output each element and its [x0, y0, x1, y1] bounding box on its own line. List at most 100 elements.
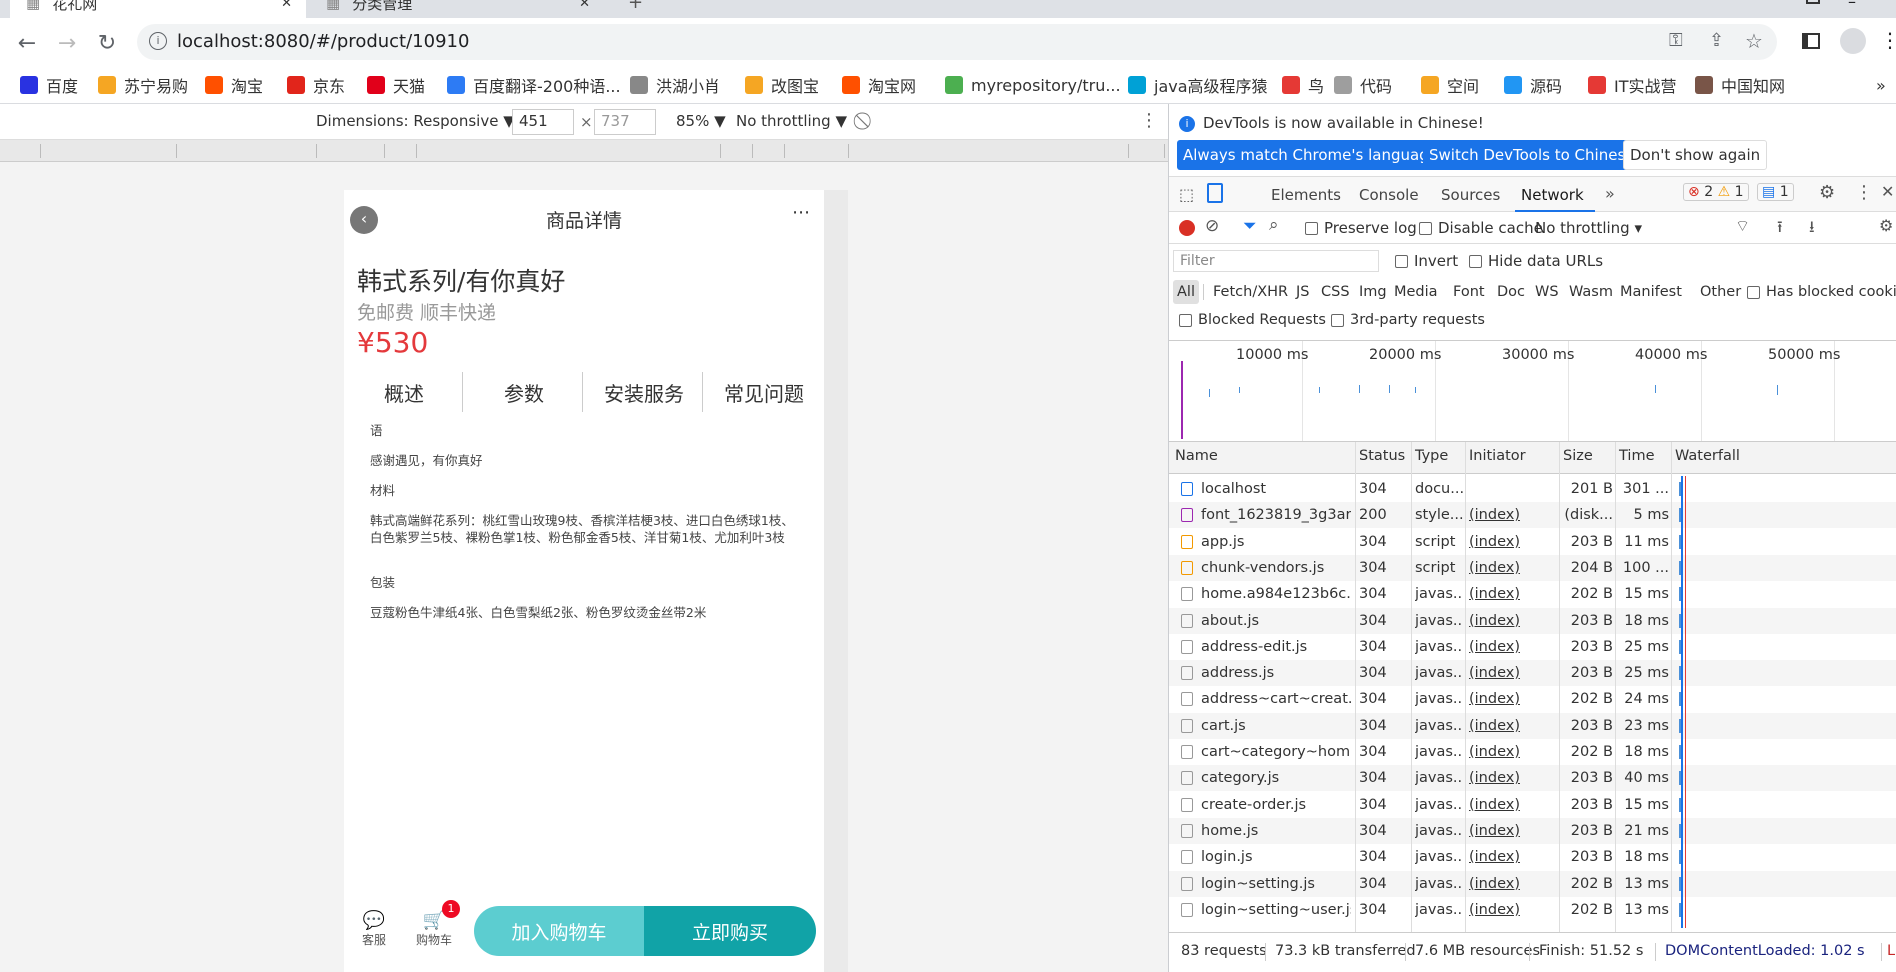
cell-initiator[interactable]: (index): [1469, 902, 1557, 918]
col-status[interactable]: Status: [1359, 448, 1405, 464]
device-toggle-icon[interactable]: [1207, 183, 1223, 203]
add-to-cart-button[interactable]: 加入购物车: [474, 906, 644, 956]
cell-initiator[interactable]: (index): [1469, 823, 1557, 839]
col-time[interactable]: Time: [1619, 448, 1655, 464]
filter-font[interactable]: Font: [1453, 284, 1485, 300]
close-tab-icon[interactable]: ✕: [281, 0, 292, 11]
cell-initiator[interactable]: (index): [1469, 849, 1557, 865]
cell-initiator[interactable]: (index): [1469, 639, 1557, 655]
filter-css[interactable]: CSS: [1321, 284, 1350, 300]
filter-img[interactable]: Img: [1359, 284, 1387, 300]
share-icon[interactable]: ⇪: [1709, 30, 1724, 51]
buy-now-button[interactable]: 立即购买: [644, 906, 816, 956]
preserve-log-checkbox[interactable]: Preserve log: [1305, 219, 1417, 237]
bookmark-item[interactable]: 鸟: [1282, 74, 1324, 96]
search-icon[interactable]: ⌕: [1269, 215, 1279, 235]
network-overview[interactable]: 10000 ms 20000 ms 30000 ms 40000 ms 5000…: [1169, 340, 1896, 442]
col-initiator[interactable]: Initiator: [1469, 448, 1526, 464]
has-blocked-cookies-checkbox[interactable]: Has blocked cookie: [1747, 284, 1896, 300]
more-icon[interactable]: ⋯: [792, 202, 810, 223]
hide-data-urls-checkbox[interactable]: Hide data URLs: [1469, 252, 1603, 270]
invert-checkbox[interactable]: Invert: [1395, 252, 1458, 270]
cell-initiator[interactable]: (index): [1469, 560, 1557, 576]
cell-initiator[interactable]: (index): [1469, 586, 1557, 602]
tab-inactive[interactable]: ▦ 分类管理 ✕: [318, 0, 604, 18]
cell-initiator[interactable]: (index): [1469, 770, 1557, 786]
col-size[interactable]: Size: [1563, 448, 1593, 464]
table-row[interactable]: login~setting.js 304 javas... (index) 202 B 1…: [1169, 870, 1896, 897]
more-tabs-icon[interactable]: »: [1605, 184, 1615, 203]
bookmark-item[interactable]: 改图宝: [745, 74, 819, 96]
disable-cache-checkbox[interactable]: Disable cache: [1419, 219, 1543, 237]
tab-elements[interactable]: Elements: [1271, 186, 1341, 204]
new-tab-icon[interactable]: +: [628, 0, 643, 13]
cell-initiator[interactable]: (index): [1469, 718, 1557, 734]
tab-network[interactable]: Network: [1521, 186, 1584, 204]
bookmark-item[interactable]: 苏宁易购: [98, 74, 188, 96]
cart-button[interactable]: 🛒 购物车 1: [412, 900, 460, 948]
site-info-icon[interactable]: i: [149, 32, 167, 50]
table-row[interactable]: about.js 304 javas... (index) 203 B 18 ms: [1169, 607, 1896, 634]
cell-initiator[interactable]: (index): [1469, 507, 1557, 523]
key-icon[interactable]: ⚿: [1669, 30, 1683, 51]
url-text[interactable]: localhost:8080/#/product/10910: [177, 31, 469, 52]
width-input[interactable]: 451: [512, 109, 574, 135]
table-row[interactable]: address-edit.js 304 javas... (index) 203 B 25…: [1169, 634, 1896, 660]
back-arrow-icon[interactable]: ←: [14, 30, 40, 56]
window-restore-icon[interactable]: [1806, 0, 1820, 4]
side-panel-icon[interactable]: [1802, 33, 1820, 49]
profile-avatar-icon[interactable]: [1840, 28, 1866, 54]
cell-initiator[interactable]: (index): [1469, 665, 1557, 681]
more-bookmarks-icon[interactable]: »: [1876, 74, 1886, 96]
bookmark-item[interactable]: myrepository/tru...: [945, 74, 1121, 96]
tab-sources[interactable]: Sources: [1441, 186, 1500, 204]
cell-initiator[interactable]: (index): [1469, 797, 1557, 813]
table-row[interactable]: home.js 304 javas... (index) 203 B 21 ms: [1169, 817, 1896, 844]
tab-params[interactable]: 参数: [464, 378, 584, 407]
table-row[interactable]: create-order.js 304 javas... (index) 203 B 15…: [1169, 792, 1896, 818]
close-tab-icon[interactable]: ✕: [579, 0, 590, 11]
bookmark-item[interactable]: 淘宝网: [842, 74, 916, 96]
reload-icon[interactable]: ↻: [94, 30, 120, 56]
cell-initiator[interactable]: (index): [1469, 534, 1557, 550]
tab-faq[interactable]: 常见问题: [704, 378, 824, 407]
filter-wasm[interactable]: Wasm: [1569, 284, 1613, 300]
dont-show-again-button[interactable]: Don't show again: [1623, 140, 1768, 170]
match-language-button[interactable]: Always match Chrome's language: [1177, 140, 1444, 170]
cell-initiator[interactable]: (index): [1469, 691, 1557, 707]
filter-other[interactable]: Other: [1700, 284, 1741, 300]
table-row[interactable]: chunk-vendors.js 304 script (index) 204 B 100…: [1169, 554, 1896, 581]
third-party-checkbox[interactable]: 3rd-party requests: [1331, 312, 1485, 328]
zoom-select[interactable]: 85% ▼: [676, 112, 726, 130]
export-har-icon[interactable]: ⭳: [1809, 216, 1815, 243]
clear-icon[interactable]: ⊘: [1205, 216, 1219, 236]
bookmark-item[interactable]: 中国知网: [1695, 74, 1785, 96]
bookmark-item[interactable]: 百度翻译-200种语...: [447, 74, 621, 96]
network-settings-icon[interactable]: ⚙: [1879, 216, 1893, 235]
filter-icon[interactable]: ⏷: [1243, 216, 1257, 236]
minimize-icon[interactable]: –: [1848, 0, 1856, 11]
dimensions-select[interactable]: Dimensions: Responsive ▼: [316, 112, 515, 130]
tab-overview[interactable]: 概述: [344, 378, 464, 407]
issues-counter[interactable]: ⊗ 2 ⚠ 1: [1683, 183, 1749, 201]
filter-manifest[interactable]: Manifest: [1620, 284, 1682, 300]
bookmark-item[interactable]: java高级程序猿: [1128, 74, 1268, 96]
filter-all[interactable]: All: [1177, 284, 1195, 300]
tab-console[interactable]: Console: [1359, 186, 1419, 204]
filter-ws[interactable]: WS: [1535, 284, 1559, 300]
filter-fetch-xhr[interactable]: Fetch/XHR: [1213, 284, 1288, 300]
filter-doc[interactable]: Doc: [1497, 284, 1525, 300]
height-input[interactable]: 737: [594, 109, 656, 135]
cell-initiator[interactable]: (index): [1469, 876, 1557, 892]
record-icon[interactable]: [1179, 220, 1195, 236]
table-row[interactable]: cart~category~hom... 304 javas... (index) 20…: [1169, 739, 1896, 765]
network-throttling-select[interactable]: No throttling ▾: [1535, 219, 1642, 237]
table-row[interactable]: category.js 304 javas... (index) 203 B 40 ms: [1169, 765, 1896, 792]
filter-js[interactable]: JS: [1296, 284, 1309, 300]
inspect-icon[interactable]: ⬚: [1179, 185, 1194, 204]
messages-counter[interactable]: ▤ 1: [1757, 183, 1794, 201]
switch-chinese-button[interactable]: Switch DevTools to Chinese: [1423, 140, 1641, 170]
address-bar[interactable]: i localhost:8080/#/product/10910 ⚿ ⇪ ☆: [137, 24, 1777, 60]
chrome-menu-icon[interactable]: ⋮: [1880, 28, 1896, 52]
table-row[interactable]: app.js 304 script (index) 203 B 11 ms: [1169, 529, 1896, 555]
